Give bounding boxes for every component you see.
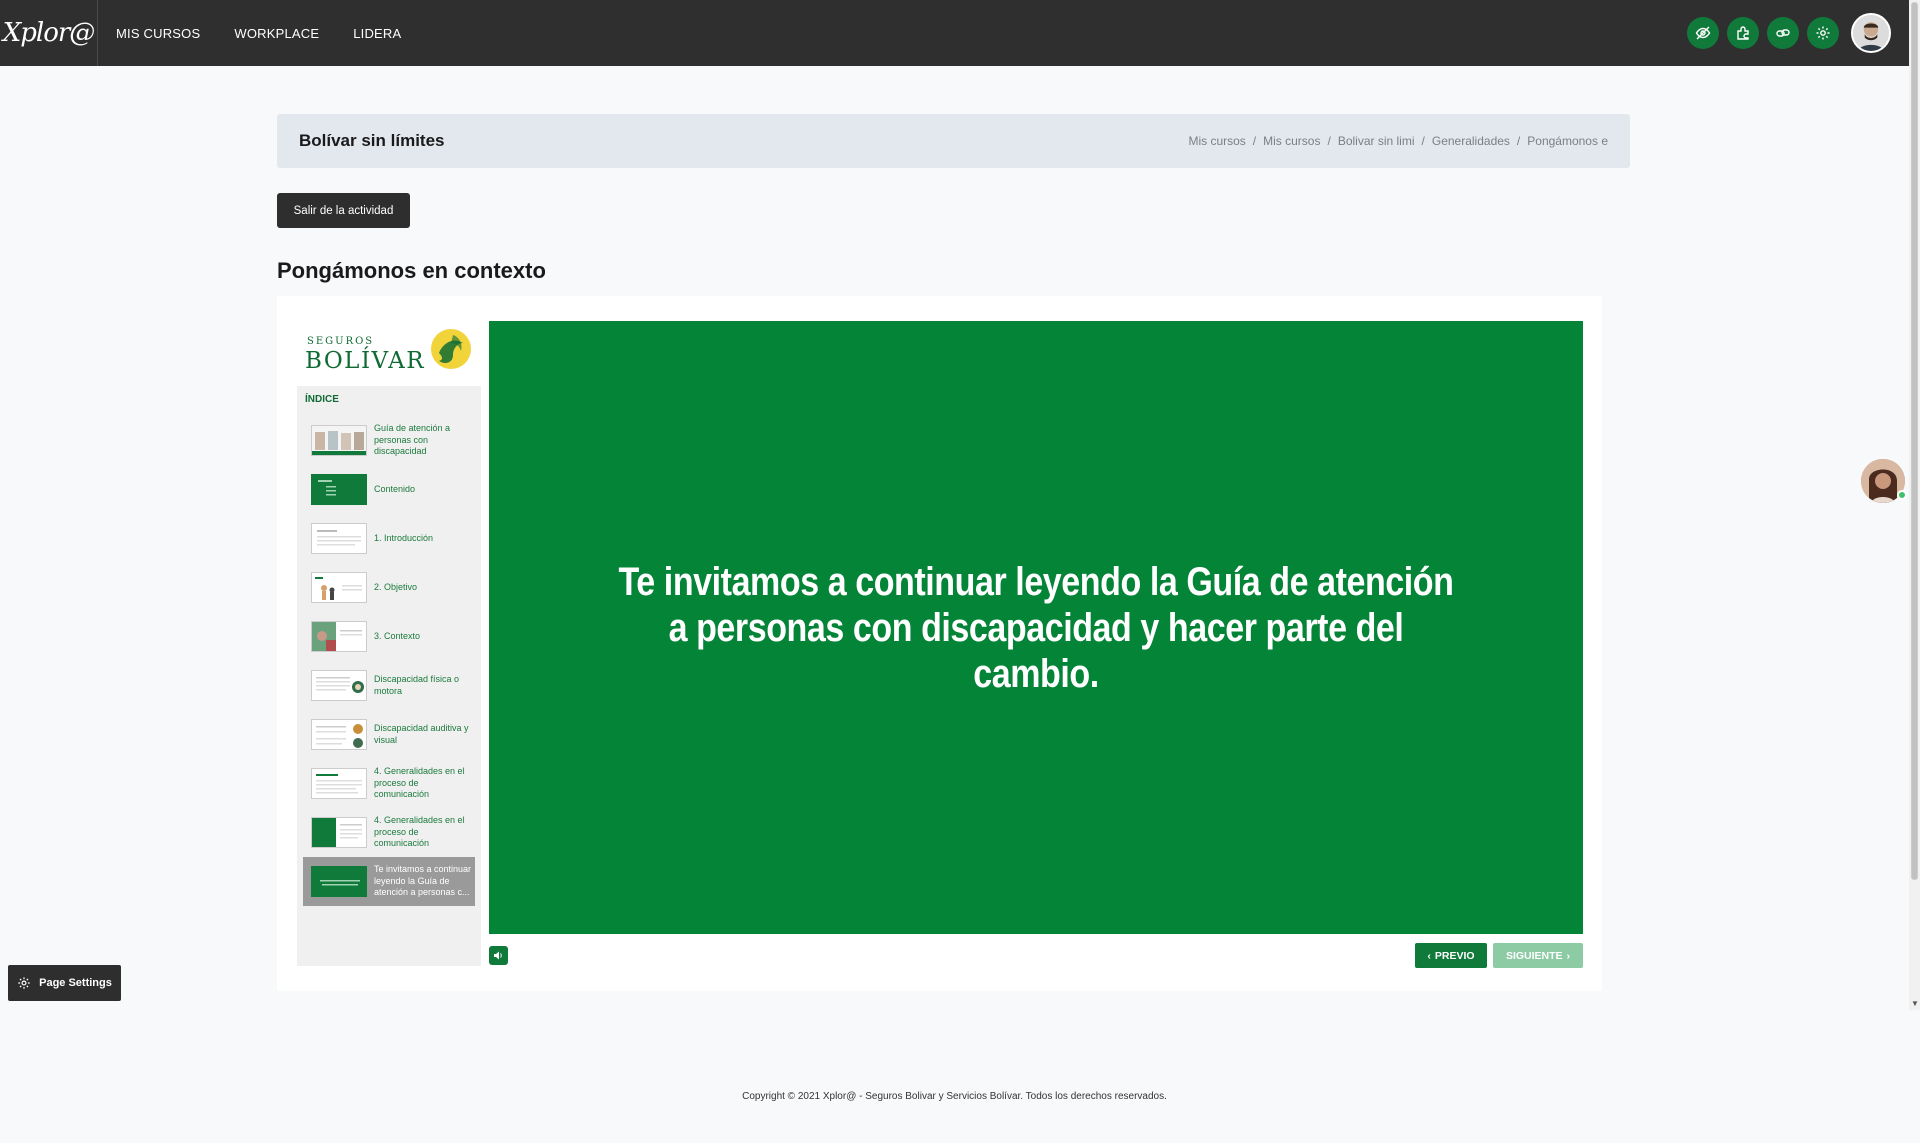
slide-label: 4. Generalidades en el proceso de comuni… [374,766,465,800]
slide-item[interactable]: 3. Contexto [303,612,475,661]
slide-item[interactable]: Contenido [303,465,475,514]
seguros-bolivar-logo: SEGUROS BOLÍVAR [297,321,481,386]
course-title: Bolívar sin límites [299,131,445,150]
slide-thumbnail [311,572,367,603]
nav-mis-cursos[interactable]: MIS CURSOS [116,26,200,41]
activity-player: SEGUROS BOLÍVAR ÍNDICE Guía de atención … [277,296,1602,991]
breadcrumb-item[interactable]: Generalidades [1432,134,1510,148]
breadcrumb-item[interactable]: Mis cursos [1263,134,1320,148]
user-avatar[interactable] [1851,13,1891,53]
prev-label: PREVIO [1434,949,1475,962]
slide-stage: Te invitamos a continuar leyendo la Guía… [489,321,1583,934]
bolivar-emblem-icon [431,329,471,369]
nav-workplace[interactable]: WORKPLACE [234,26,319,41]
scroll-down-icon[interactable]: ▼ [1911,999,1919,1008]
slide-item[interactable]: 1. Introducción [303,514,475,563]
gear-icon[interactable] [1807,17,1839,49]
breadcrumb-separator: / [1252,134,1257,148]
speaker-icon [494,951,502,960]
slide-label: Discapacidad física o motora [374,674,460,696]
slide-item[interactable]: Discapacidad física o motora [303,661,475,710]
slide-label: 3. Contexto [374,630,421,641]
slide-item[interactable]: Discapacidad auditiva y visual [303,710,475,759]
brand-big-text: BOLÍVAR [305,348,426,374]
slide-label: 4. Generalidades en el proceso de comuni… [374,815,465,849]
slide-item-active[interactable]: Te invitamos a continuar leyendo la Guía… [303,857,475,906]
top-navbar: Xplor@ MIS CURSOS WORKPLACE LIDERA [0,0,1909,66]
eye-slash-icon[interactable] [1687,17,1719,49]
slide-thumbnail [311,670,367,701]
xplora-logo[interactable]: Xplor@ [0,0,98,66]
index-label: ÍNDICE [305,394,339,405]
breadcrumb-current: Pongámonos e [1527,134,1608,148]
slide-thumbnail [311,817,367,848]
page-settings-button[interactable]: Page Settings [8,965,121,1001]
scrollbar-thumb[interactable] [1911,2,1918,880]
slide-list: Guía de atención a personas con discapac… [303,416,475,906]
next-slide-button[interactable]: SIGUIENTE › [1493,943,1583,968]
slide-item[interactable]: 4. Generalidades en el proceso de comuni… [303,808,475,857]
previous-slide-button[interactable]: ‹ PREVIO [1415,943,1487,968]
slide-thumbnail [311,768,367,799]
chevron-left-icon: ‹ [1427,949,1431,962]
breadcrumb-separator: / [1327,134,1331,148]
logo-text: Xplor@ [2,18,96,48]
online-status-dot [1897,490,1907,500]
slide-label: Te invitamos a continuar leyendo la Guía… [374,864,472,898]
slide-item[interactable]: 4. Generalidades en el proceso de comuni… [303,759,475,808]
page-settings-label: Page Settings [39,977,112,989]
breadcrumb: Mis cursos / Mis cursos / Bolivar sin li… [1188,134,1608,148]
slide-thumbnail [311,621,367,652]
chain-link-icon[interactable] [1767,17,1799,49]
slide-label: Discapacidad auditiva y visual [374,723,469,745]
slide-label: 2. Objetivo [374,581,418,592]
top-icons-group [1687,13,1891,53]
page-scrollbar[interactable]: ▼ [1909,0,1920,1010]
breadcrumb-item[interactable]: Mis cursos [1188,134,1245,148]
breadcrumb-separator: / [1421,134,1425,148]
exit-activity-button[interactable]: Salir de la actividad [277,193,410,228]
breadcrumb-item[interactable]: Bolivar sin limi [1338,134,1415,148]
sound-toggle-button[interactable] [489,946,508,965]
brand-small-text: SEGUROS [307,336,375,347]
slide-thumbnail [311,719,367,750]
slide-label: Contenido [374,483,416,494]
slide-label: Guía de atención a personas con discapac… [374,423,451,457]
slide-thumbnail [311,866,367,897]
breadcrumb-separator: / [1516,134,1521,148]
slide-thumbnail [311,523,367,554]
slide-thumbnail [311,425,367,456]
activity-title: Pongámonos en contexto [277,258,546,283]
course-header: Bolívar sin límites Mis cursos / Mis cur… [277,114,1630,168]
slide-label: 1. Introducción [374,532,434,543]
slide-item[interactable]: Guía de atención a personas con discapac… [303,416,475,465]
footer-copyright: Copyright © 2021 Xplor@ - Seguros Boliva… [742,1091,1167,1102]
chevron-right-icon: › [1566,949,1571,962]
next-label: SIGUIENTE [1505,949,1563,962]
nav-lidera[interactable]: LIDERA [353,26,401,41]
slide-thumbnail [311,474,367,505]
slide-text: Te invitamos a continuar leyendo la Guía… [618,559,1454,696]
slide-index-sidebar: SEGUROS BOLÍVAR ÍNDICE Guía de atención … [297,321,481,966]
slide-item[interactable]: 2. Objetivo [303,563,475,612]
gear-icon [18,977,30,989]
puzzle-icon[interactable] [1727,17,1759,49]
